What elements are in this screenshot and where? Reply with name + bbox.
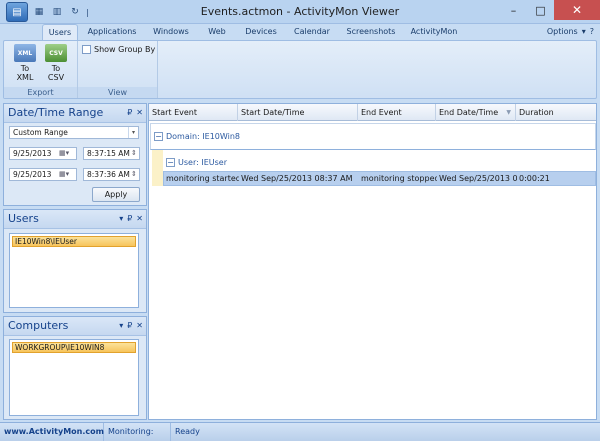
pin-icon[interactable]: ₽ (127, 108, 132, 117)
column-end-datetime[interactable]: End Date/Time ▼ (436, 104, 516, 121)
show-group-by-label: Show Group By (94, 45, 156, 54)
menu-icon[interactable]: ▾ (119, 321, 123, 330)
to-xml-label: To XML (16, 64, 34, 82)
close-icon[interactable]: ✕ (136, 108, 143, 117)
computers-title: Computers (8, 319, 69, 332)
column-start-datetime[interactable]: Start Date/Time (238, 104, 358, 121)
end-time-field[interactable]: 8:37:36 AM ⇕ (83, 168, 140, 181)
menu-icon[interactable]: ▾ (119, 214, 123, 223)
column-end-event[interactable]: End Event (358, 104, 436, 121)
start-time-value: 8:37:15 AM (87, 149, 130, 158)
range-select[interactable]: Custom Range ▾ (9, 126, 139, 139)
checkbox-box[interactable] (82, 45, 91, 54)
start-time-field[interactable]: 8:37:15 AM ⇕ (83, 147, 140, 160)
pin-icon[interactable]: ₽ (127, 214, 132, 223)
events-grid: Start Event Start Date/Time End Event En… (148, 103, 597, 420)
table-row[interactable]: monitoring started Wed Sep/25/2013 08:37… (163, 171, 596, 186)
chevron-down-icon[interactable]: ▾ (128, 127, 138, 138)
close-icon[interactable]: ✕ (136, 214, 143, 223)
ribbon-tabs: Users Applications Windows Web Devices C… (0, 24, 600, 40)
to-csv-button[interactable]: CSV To CSV (43, 44, 69, 82)
website-link[interactable]: www.ActivityMon.com (0, 423, 104, 441)
list-item[interactable]: WORKGROUP\IE10WIN8 (12, 342, 136, 353)
pin-icon[interactable]: ₽ (127, 321, 132, 330)
start-date-value: 9/25/2013 (13, 149, 52, 158)
tab-activitymon[interactable]: ActivityMon (408, 24, 460, 40)
list-item[interactable]: IE10Win8\IEUser (12, 236, 136, 247)
title-bar: ▤ ▦ ▥ ↻ | Events.actmon - ActivityMon Vi… (0, 0, 600, 24)
cell-start-datetime: Wed Sep/25/2013 08:37 AM (241, 174, 353, 183)
end-time-value: 8:37:36 AM (87, 170, 130, 179)
collapse-icon[interactable]: − (166, 158, 175, 167)
column-start-event[interactable]: Start Event (149, 104, 238, 121)
view-group-label: View (78, 87, 157, 98)
help-icon[interactable]: ? (590, 24, 594, 40)
minimize-button[interactable]: – (500, 0, 527, 20)
user-group-row: − User: IEUser (166, 158, 227, 167)
date-time-range-header: Date/Time Range ₽ ✕ (4, 104, 146, 123)
calendar-icon[interactable]: ▦▾ (59, 149, 75, 158)
monitoring-status: Monitoring: On (104, 423, 171, 441)
cell-duration: 0:00:21 (519, 174, 550, 183)
cell-start-event: monitoring started (166, 174, 239, 183)
collapse-icon[interactable]: − (154, 132, 163, 141)
date-time-range-title: Date/Time Range (8, 106, 104, 119)
xml-file-icon: XML (14, 44, 36, 62)
column-duration[interactable]: Duration (516, 104, 596, 121)
end-date-field[interactable]: 9/25/2013 ▦▾ (9, 168, 77, 181)
cell-end-event: monitoring stopped (361, 174, 437, 183)
ready-status: Ready (175, 427, 200, 436)
start-date-field[interactable]: 9/25/2013 ▦▾ (9, 147, 77, 160)
users-header: Users ▾ ₽ ✕ (4, 210, 146, 229)
tab-windows[interactable]: Windows (148, 24, 194, 40)
cell-end-datetime: Wed Sep/25/2013 0 (439, 174, 517, 183)
status-bar: www.ActivityMon.com Monitoring: On Ready (0, 422, 600, 441)
sort-icon: ▼ (506, 109, 511, 116)
options-label: Options (546, 27, 578, 36)
to-xml-button[interactable]: XML To XML (12, 44, 38, 82)
to-csv-label: To CSV (47, 64, 65, 82)
tab-devices[interactable]: Devices (240, 24, 282, 40)
chevron-down-icon: ▾ (581, 27, 586, 36)
grid-header: Start Event Start Date/Time End Event En… (149, 104, 596, 121)
column-end-datetime-label: End Date/Time (439, 108, 499, 117)
view-group: Show Group By View (78, 41, 158, 98)
tab-calendar[interactable]: Calendar (290, 24, 334, 40)
tab-applications[interactable]: Applications (84, 24, 140, 40)
user-group-label: User: IEUser (178, 158, 227, 167)
domain-group-label: Domain: IE10Win8 (166, 132, 240, 141)
close-icon[interactable]: ✕ (136, 321, 143, 330)
tab-web[interactable]: Web (204, 24, 230, 40)
computers-header: Computers ▾ ₽ ✕ (4, 317, 146, 336)
range-select-value: Custom Range (13, 128, 68, 137)
tab-screenshots[interactable]: Screenshots (342, 24, 400, 40)
apply-button[interactable]: Apply (92, 187, 140, 202)
export-group: XML To XML CSV To CSV Export (4, 41, 78, 98)
show-group-by-checkbox[interactable]: Show Group By (82, 45, 155, 54)
ribbon-panel: XML To XML CSV To CSV Export Show Group … (3, 40, 597, 99)
computers-list[interactable]: WORKGROUP\IE10WIN8 (9, 339, 139, 416)
end-date-value: 9/25/2013 (13, 170, 52, 179)
users-list[interactable]: IE10Win8\IEUser (9, 233, 139, 308)
options-menu[interactable]: Options ▾ ? (547, 24, 594, 40)
domain-group-row: − Domain: IE10Win8 (150, 123, 596, 150)
spinner-icon[interactable]: ⇕ (131, 170, 138, 179)
calendar-icon[interactable]: ▦▾ (59, 170, 75, 179)
close-button[interactable]: ✕ (554, 0, 600, 20)
tab-users[interactable]: Users (42, 24, 78, 40)
group-indent (152, 150, 163, 186)
maximize-button[interactable]: □ (527, 0, 554, 20)
spinner-icon[interactable]: ⇕ (131, 149, 138, 158)
users-title: Users (8, 212, 39, 225)
csv-file-icon: CSV (45, 44, 67, 62)
export-group-label: Export (4, 87, 77, 98)
window-controls: – □ ✕ (500, 0, 600, 20)
